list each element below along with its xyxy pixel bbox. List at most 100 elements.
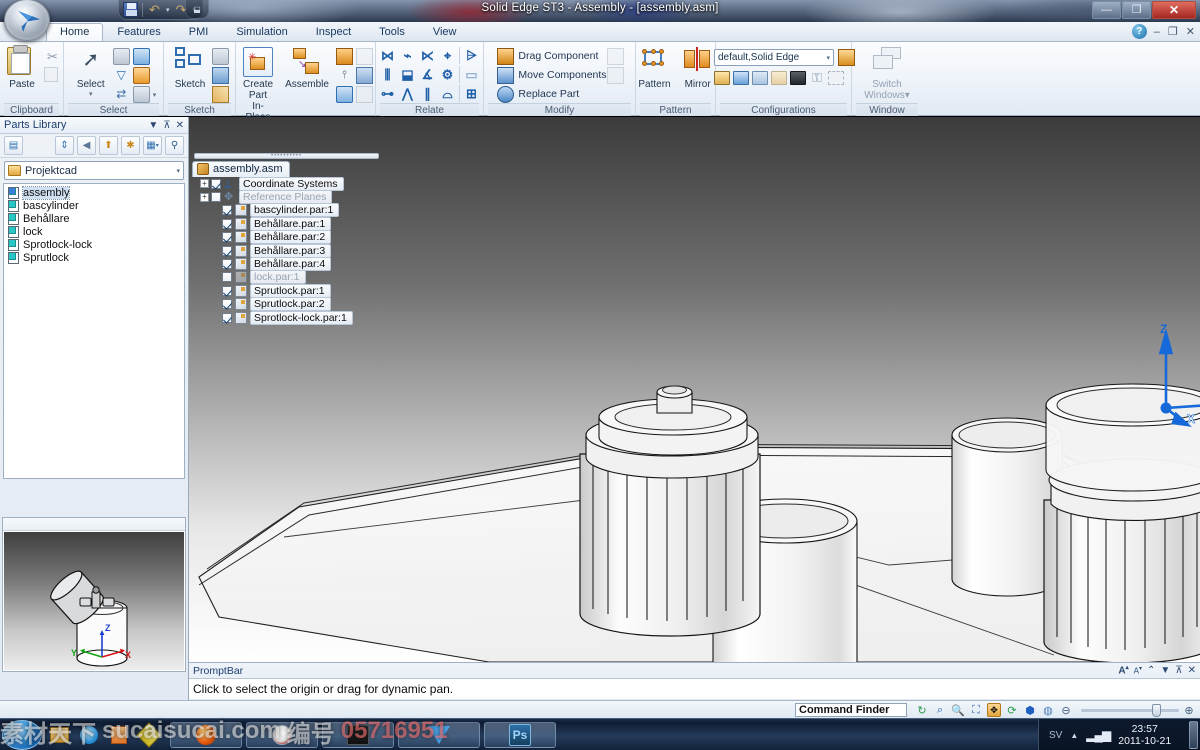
move-components-button[interactable]: Move Components (497, 66, 607, 84)
list-item[interactable]: Sprutlock (4, 251, 184, 264)
taskbar-item-firefox[interactable] (170, 722, 242, 748)
search-icon[interactable]: ⚲ (165, 136, 184, 155)
part-config-icon[interactable] (752, 71, 768, 85)
tree-node-coordinate-systems[interactable]: + ⟂ Coordinate Systems (192, 176, 353, 191)
font-shrink-icon[interactable]: A▾ (1134, 665, 1142, 676)
taskbar-item-app[interactable] (322, 722, 394, 748)
alternate-assembly-icon[interactable] (771, 71, 787, 85)
explode-icon[interactable] (606, 47, 624, 65)
visibility-checkbox[interactable] (222, 245, 232, 256)
command-finder-input[interactable]: Command Finder (795, 703, 907, 717)
tree-node-part[interactable]: Behållare.par:1 (192, 216, 353, 231)
promptbar-pin-icon[interactable]: ⊼ (1175, 665, 1182, 676)
capture-fit-icon[interactable] (335, 48, 353, 65)
gear-relation-icon[interactable]: ⚙ (439, 66, 456, 83)
minimize-button[interactable]: — (1092, 1, 1121, 19)
rotate-icon[interactable]: ↻ (915, 703, 929, 717)
shortcut-icon[interactable] (136, 722, 162, 748)
help-icon[interactable]: ? (1131, 24, 1147, 39)
list-item[interactable]: assembly (4, 185, 184, 200)
tray-clock[interactable]: 23:57 2011-10-21 (1118, 723, 1171, 747)
visibility-checkbox[interactable] (222, 205, 232, 216)
undo-icon[interactable]: ↶ (147, 2, 162, 17)
zoom-out-icon[interactable]: ⊖ (1059, 703, 1073, 717)
up-folder-icon[interactable]: ⬆ (99, 136, 118, 155)
save-icon[interactable] (123, 2, 138, 17)
match-coord-icon[interactable]: ⊶ (379, 85, 396, 102)
copy-icon[interactable] (44, 67, 61, 84)
tree-node-part[interactable]: lock.par:1 (192, 270, 353, 285)
promptbar-menu-icon[interactable]: ▼ (1160, 665, 1170, 676)
visibility-checkbox[interactable] (222, 285, 232, 296)
replace-icon[interactable] (355, 67, 373, 84)
visibility-checkbox[interactable] (211, 178, 221, 189)
fit-icon[interactable]: ⛶ (969, 703, 983, 717)
qat-customize-icon[interactable]: ⬓ (185, 0, 209, 19)
mate-icon[interactable]: ⋈ (379, 47, 396, 64)
network-icon[interactable]: ▂▄▆ (1086, 728, 1111, 742)
panel-menu-icon[interactable]: ▼ (148, 120, 158, 131)
visibility-checkbox[interactable] (222, 312, 232, 323)
list-item[interactable]: lock (4, 225, 184, 238)
application-button[interactable] (4, 0, 50, 41)
visibility-checkbox[interactable] (211, 192, 221, 203)
tab-tools[interactable]: Tools (365, 23, 419, 41)
close-icon[interactable]: ✕ (176, 120, 184, 131)
sketch-draw-icon[interactable] (212, 86, 230, 103)
configuration-select[interactable]: default,Solid Edge ▾ (714, 49, 834, 66)
list-item[interactable]: Sprotlock-lock (4, 238, 184, 251)
tangent-icon[interactable]: ⋀ (399, 85, 416, 102)
zone-icon[interactable] (733, 71, 749, 85)
collapse-icon[interactable]: ⌃ (1147, 665, 1155, 676)
tab-pmi[interactable]: PMI (175, 23, 223, 41)
assembly-features-icon[interactable] (355, 48, 373, 65)
folder-select[interactable]: Projektcad ▾ (4, 161, 184, 180)
pattern-part-icon[interactable] (335, 86, 353, 103)
select-more-caret-icon[interactable]: ▾ (153, 91, 157, 99)
ie-icon[interactable] (78, 724, 100, 746)
angle-icon[interactable]: ∡ (419, 66, 436, 83)
expand-icon[interactable]: + (200, 179, 209, 189)
cam-icon[interactable]: ⌓ (439, 85, 456, 102)
tray-language[interactable]: SV (1049, 730, 1062, 741)
pattern-button[interactable]: Pattern (633, 47, 675, 90)
visibility-checkbox[interactable] (222, 272, 232, 283)
visibility-checkbox[interactable] (222, 259, 232, 270)
tree-node-reference-planes[interactable]: + ✥ Reference Planes (192, 190, 353, 205)
visibility-checkbox[interactable] (222, 218, 232, 229)
switch-windows-button[interactable]: Switch Windows▾ (859, 47, 915, 101)
paste-button[interactable]: Paste (2, 45, 42, 90)
axial-align-icon[interactable]: ⋉ (419, 47, 436, 64)
tab-home[interactable]: Home (46, 23, 104, 41)
parts-library-list[interactable]: assembly bascylinder Behållare lock Spro… (3, 183, 185, 479)
close-button[interactable]: ✕ (1152, 1, 1196, 19)
unexplode-icon[interactable] (606, 66, 624, 84)
doc-restore-button[interactable]: ❐ (1167, 25, 1179, 38)
zoom-icon[interactable]: 🔍 (951, 703, 965, 717)
parallel-icon[interactable]: ∥ (419, 85, 436, 102)
show-desktop-button[interactable] (1189, 721, 1198, 749)
zoom-area-icon[interactable]: ⌕ (933, 703, 947, 717)
taskbar-item-solidedge[interactable] (398, 722, 480, 748)
maximize-button[interactable]: ❐ (1122, 1, 1151, 19)
tab-simulation[interactable]: Simulation (222, 23, 301, 41)
filter-icon[interactable]: ▽ (113, 67, 130, 84)
zoom-in-icon[interactable]: ⊕ (1182, 703, 1196, 717)
tab-inspect[interactable]: Inspect (302, 23, 365, 41)
list-item[interactable]: bascylinder (4, 199, 184, 212)
taskbar-item-photoshop[interactable]: Ps (484, 722, 556, 748)
select-similar-icon[interactable] (132, 86, 150, 103)
sketch-button[interactable]: Sketch (170, 47, 211, 90)
select-zone-icon[interactable] (828, 71, 844, 85)
tree-node-part[interactable]: Behållare.par:2 (192, 230, 353, 245)
cut-icon[interactable]: ✂ (44, 48, 61, 65)
back-icon[interactable]: ◀ (77, 136, 96, 155)
tray-expand-icon[interactable]: ▲ (1070, 731, 1078, 740)
assemble-button[interactable]: ↘ Assemble (280, 47, 334, 90)
select-caret-icon[interactable]: ▾ (89, 90, 93, 98)
font-grow-icon[interactable]: A▴ (1118, 664, 1128, 676)
replace-part-button[interactable]: Replace Part (497, 85, 579, 103)
edit-definition-icon[interactable]: ▭ (463, 66, 480, 83)
select-button[interactable]: ➚ Select ▾ (71, 47, 111, 98)
key-icon[interactable]: ⚿ (809, 71, 825, 85)
